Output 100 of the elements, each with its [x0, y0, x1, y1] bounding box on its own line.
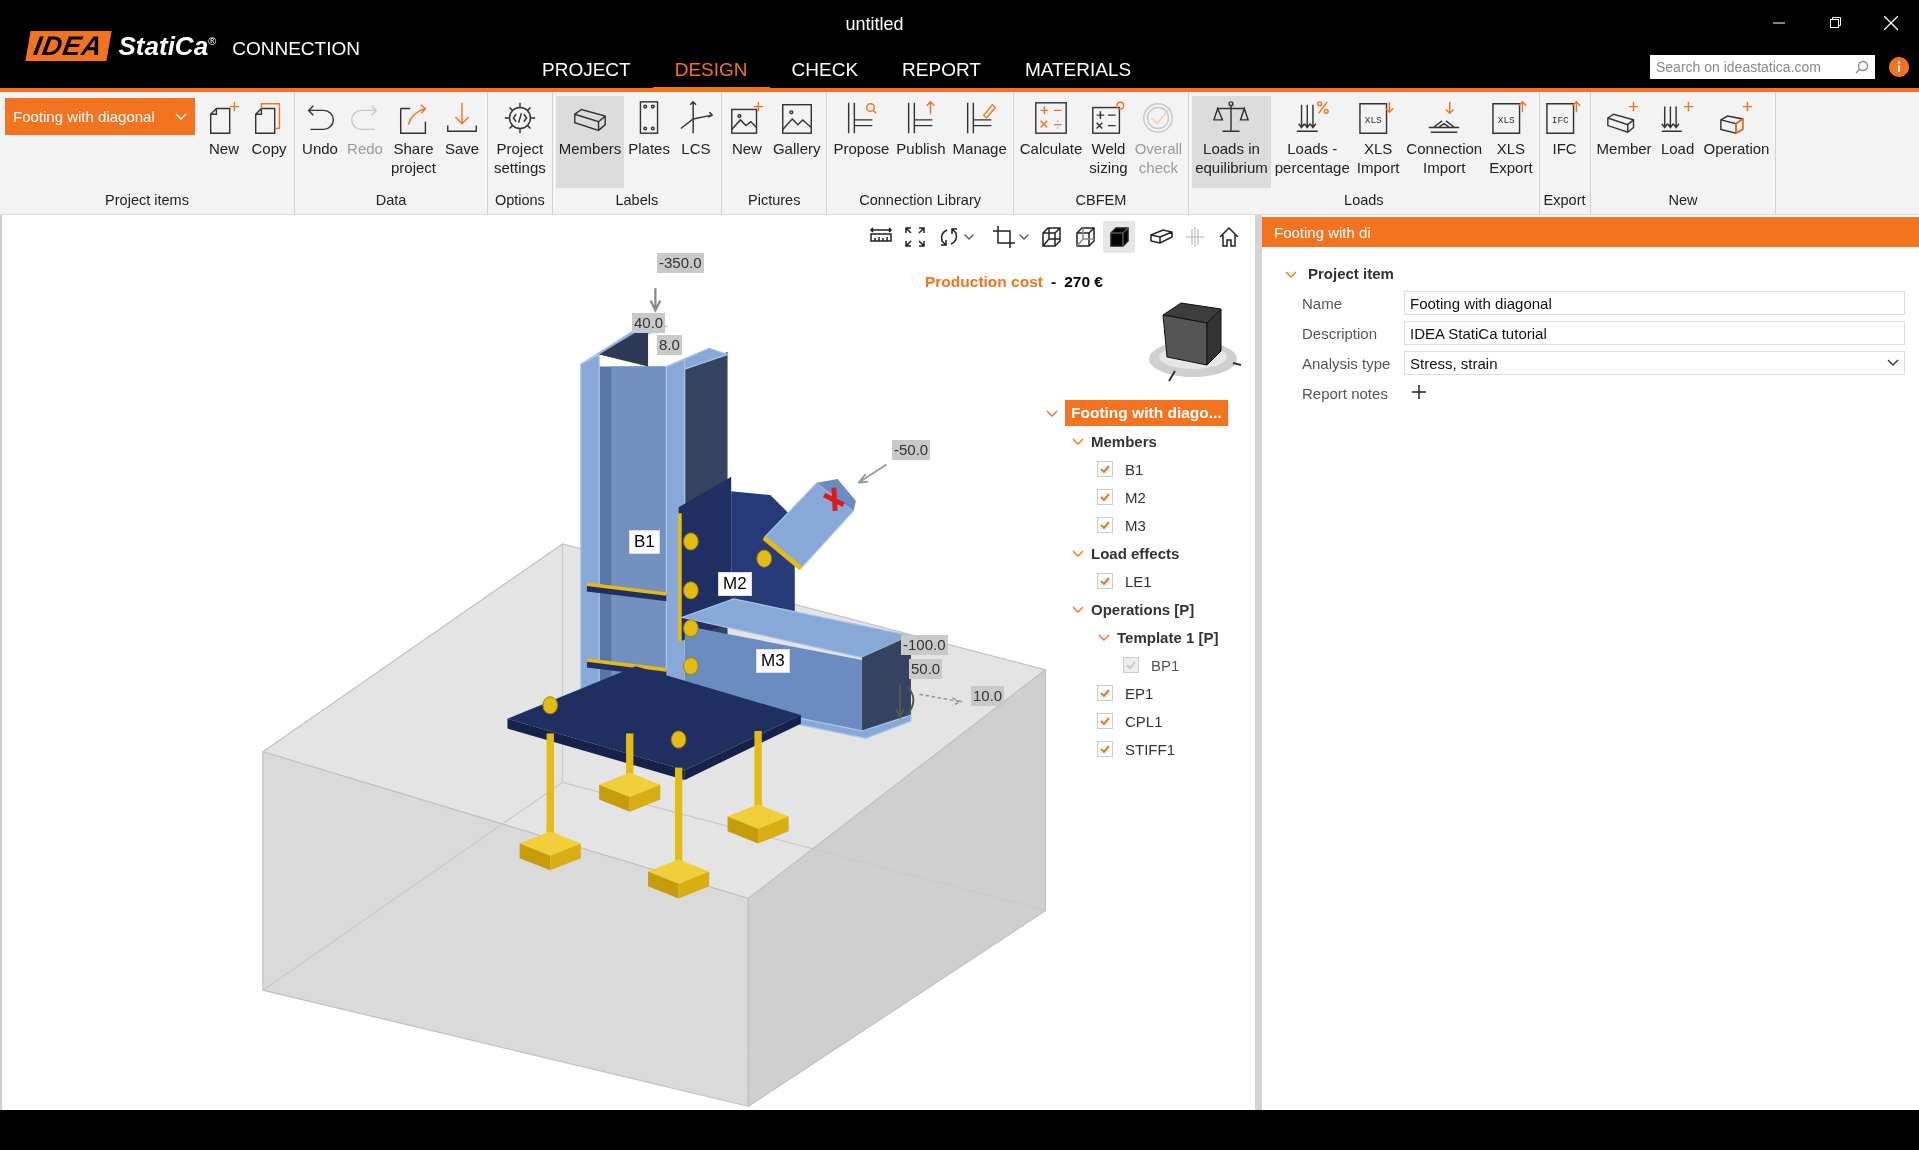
group-label: CBFEM	[1074, 192, 1128, 210]
group-label: Project items	[104, 192, 190, 210]
minimize-icon	[1773, 21, 1785, 24]
group-label: Pictures	[747, 192, 802, 210]
logo-mark: IDEA	[25, 30, 112, 61]
checkbox[interactable]	[1097, 489, 1113, 505]
load-value: -350.0	[657, 253, 704, 273]
share-button[interactable]: Share project	[388, 96, 440, 188]
load-value: 50.0	[909, 659, 943, 679]
tree-item[interactable]: EP1	[1125, 684, 1154, 702]
caret-icon	[964, 234, 974, 240]
checkbox[interactable]	[1097, 517, 1113, 533]
cost-label: Production cost	[925, 273, 1043, 291]
text-field[interactable]: Footing with diagonal	[1404, 291, 1905, 315]
tree-item[interactable]: CPL1	[1125, 712, 1163, 730]
group-label: Data	[374, 192, 408, 210]
member-label: M3	[756, 649, 790, 673]
group-label: Loads	[1343, 192, 1385, 210]
copy-button[interactable]: Copy	[247, 96, 291, 188]
menu-tab[interactable]: CHECK	[769, 45, 881, 92]
check-icon	[1125, 659, 1137, 671]
menu-tab[interactable]: MATERIALS	[1002, 45, 1154, 92]
save-button[interactable]: Save	[440, 96, 485, 188]
tree-group-label[interactable]: Template 1 [P]	[1117, 628, 1219, 646]
loads-percentage-button[interactable]: Loads - percentage	[1271, 96, 1353, 188]
restore-icon	[1829, 17, 1841, 28]
tree-item[interactable]: LE1	[1125, 572, 1152, 590]
load-value: -100.0	[901, 635, 948, 655]
publish-button[interactable]: Publish	[893, 96, 949, 188]
checkbox[interactable]	[1097, 573, 1113, 589]
field-label: Description	[1302, 324, 1379, 342]
new-picture-button[interactable]: New	[724, 96, 769, 188]
load-value: 8.0	[657, 335, 682, 355]
checkbox[interactable]	[1097, 713, 1113, 729]
check-icon	[1099, 687, 1111, 699]
home-icon	[1217, 225, 1241, 249]
solid-view-button[interactable]	[1103, 221, 1135, 253]
product-name: CONNECTION	[232, 37, 360, 60]
tree-group-label[interactable]: Members	[1091, 432, 1157, 450]
close-icon	[1884, 15, 1898, 30]
field-label: Analysis type	[1302, 354, 1392, 372]
calculate-button[interactable]: Calculate	[1016, 96, 1086, 188]
connection-import-button[interactable]: Connection Import	[1403, 96, 1486, 188]
load-value: 10.0	[971, 686, 1005, 706]
search-field[interactable]: Search on ideastatica.com	[1650, 54, 1875, 79]
group-label: Export	[1542, 192, 1587, 210]
check-icon	[1099, 715, 1111, 727]
menu-tab[interactable]: PROJECT	[520, 45, 653, 92]
new-load-button[interactable]: Load	[1655, 96, 1700, 188]
load-value: 40.0	[632, 313, 666, 333]
fit-view-icon	[903, 225, 927, 249]
check-icon	[1099, 463, 1111, 475]
ifc-button[interactable]: IFC IFC	[1542, 96, 1587, 188]
tree-item[interactable]: M3	[1125, 516, 1146, 534]
solid-cube-icon	[1107, 225, 1131, 249]
new-member-button[interactable]: Member	[1593, 96, 1655, 188]
member-label: B1	[629, 530, 660, 554]
tree-group-label[interactable]: Load effects	[1091, 544, 1180, 562]
menu-tab[interactable]: REPORT	[880, 45, 1003, 92]
check-icon	[1099, 491, 1111, 503]
chevron-down-icon	[175, 112, 187, 121]
caret-icon	[1019, 234, 1029, 240]
chevron-down-icon	[1887, 359, 1899, 367]
propose-button[interactable]: Propose	[830, 96, 893, 188]
window-title: untitled	[845, 13, 904, 35]
group-label: Options	[493, 192, 546, 210]
section-title: Project item	[1308, 265, 1394, 282]
new-operation-button[interactable]: Operation	[1700, 96, 1773, 188]
dropdown-field[interactable]: Stress, strain	[1404, 351, 1905, 375]
lcs-button[interactable]: LCS	[673, 96, 718, 188]
tree-item[interactable]: M2	[1125, 488, 1146, 506]
members-button[interactable]: Members	[555, 96, 625, 188]
crop-icon	[992, 225, 1016, 249]
tree-group-label[interactable]: Operations [P]	[1091, 600, 1195, 618]
plates-button[interactable]: Plates	[625, 96, 673, 188]
xls-export-button[interactable]: XLS XLS Export	[1486, 96, 1536, 188]
group-label: Connection Library	[858, 192, 982, 210]
project-settings-button[interactable]: Project settings	[491, 96, 549, 188]
check-icon	[1099, 575, 1111, 587]
checkbox[interactable]	[1097, 685, 1113, 701]
new-button[interactable]: New	[202, 96, 246, 188]
loads-in-equilibrium-button[interactable]: Loads in equilibrium	[1192, 96, 1271, 188]
cost-value: 270 €	[1064, 273, 1103, 291]
tree-item[interactable]: B1	[1125, 460, 1144, 478]
panel-header: Footing with di	[1262, 217, 1919, 247]
undo-button[interactable]: Undo	[298, 96, 342, 188]
weld-sizing-button[interactable]: Weld sizing	[1086, 96, 1131, 188]
manage-button[interactable]: Manage	[949, 96, 1010, 188]
xls-import-button[interactable]: XLS XLS Import	[1353, 96, 1403, 188]
member-label: M2	[718, 572, 752, 596]
gallery-button[interactable]: Gallery	[769, 96, 824, 188]
info-icon[interactable]	[1889, 56, 1909, 77]
text-field[interactable]: IDEA StatiCa tutorial	[1404, 321, 1905, 345]
hidden-lines-cube-icon	[1073, 225, 1097, 249]
checkbox[interactable]	[1097, 461, 1113, 477]
checkbox[interactable]	[1097, 741, 1113, 757]
logo-name: StatiCa$^{®}$	[118, 30, 217, 62]
section-icon	[1183, 225, 1207, 249]
tree-item[interactable]: STIFF1	[1125, 740, 1175, 758]
group-label: New	[1667, 192, 1699, 210]
